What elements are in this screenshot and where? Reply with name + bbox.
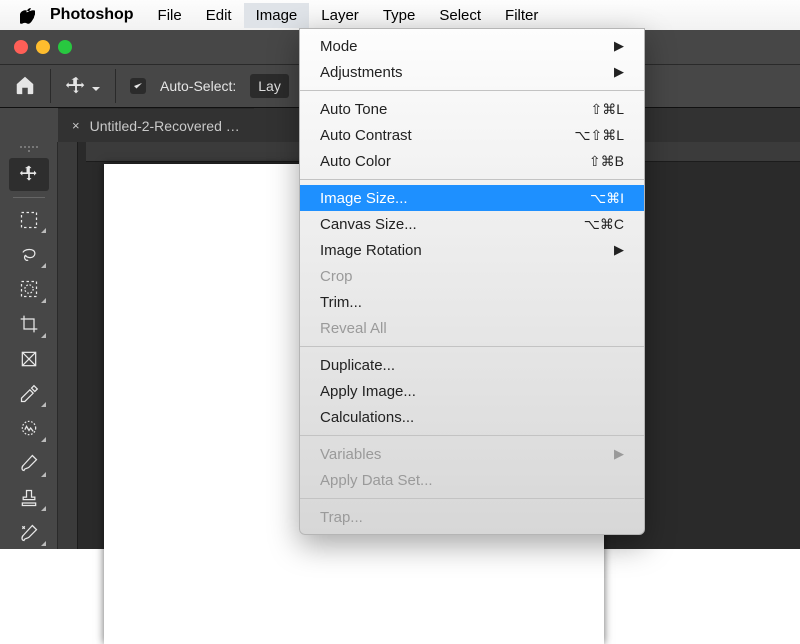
menu-item-auto-contrast[interactable]: Auto Contrast ⌥⇧⌘L: [300, 122, 644, 148]
menu-image[interactable]: Image: [244, 3, 310, 28]
menu-item-label: Auto Contrast: [320, 127, 412, 144]
submenu-arrow-icon: ▶: [614, 64, 624, 80]
menu-separator: [300, 90, 644, 91]
move-tool[interactable]: [9, 158, 49, 191]
home-button[interactable]: [14, 74, 36, 99]
menu-separator: [300, 179, 644, 180]
ruler-vertical[interactable]: [58, 142, 78, 549]
menu-item-trim[interactable]: Trim...: [300, 289, 644, 315]
menu-separator: [300, 346, 644, 347]
menu-item-crop: Crop: [300, 263, 644, 289]
menu-item-reveal-all: Reveal All: [300, 315, 644, 341]
menu-item-label: Apply Data Set...: [320, 472, 433, 489]
menu-item-label: Auto Tone: [320, 101, 387, 118]
menu-item-label: Crop: [320, 268, 353, 285]
menu-item-apply-image[interactable]: Apply Image...: [300, 378, 644, 404]
menu-item-label: Image Size...: [320, 190, 408, 207]
menu-separator: [300, 435, 644, 436]
menu-type[interactable]: Type: [371, 3, 428, 28]
menu-item-image-size[interactable]: Image Size... ⌥⌘I: [300, 185, 644, 211]
minimize-window-button[interactable]: [36, 40, 50, 54]
menu-item-shortcut: ⌥⌘I: [590, 190, 624, 207]
document-tab[interactable]: × Untitled-2-Recovered …: [58, 108, 254, 142]
stamp-tool[interactable]: [9, 482, 49, 515]
crop-tool[interactable]: [9, 308, 49, 341]
menu-item-label: Variables: [320, 446, 381, 463]
menu-item-apply-data-set: Apply Data Set...: [300, 467, 644, 493]
quick-select-tool[interactable]: [9, 273, 49, 306]
move-tool-icon: [65, 75, 87, 97]
document-tab-title: Untitled-2-Recovered …: [90, 118, 240, 134]
brush-tool[interactable]: [9, 447, 49, 480]
menu-item-shortcut: ⇧⌘B: [589, 153, 624, 170]
spot-heal-tool[interactable]: [9, 412, 49, 445]
chevron-down-icon: [91, 81, 101, 91]
menu-item-trap: Trap...: [300, 504, 644, 530]
marquee-tool[interactable]: [9, 204, 49, 237]
toolbar-divider: [115, 69, 116, 103]
submenu-arrow-icon: ▶: [614, 242, 624, 258]
menu-separator: [300, 498, 644, 499]
auto-select-label: Auto-Select:: [160, 78, 236, 94]
auto-select-checkbox[interactable]: [130, 78, 146, 94]
menu-item-label: Image Rotation: [320, 242, 422, 259]
history-brush-tool[interactable]: [9, 516, 49, 549]
menu-item-shortcut: ⌥⌘C: [584, 216, 624, 233]
grip-icon[interactable]: [20, 146, 38, 152]
frame-tool[interactable]: [9, 343, 49, 376]
submenu-arrow-icon: ▶: [614, 38, 624, 54]
menu-item-calculations[interactable]: Calculations...: [300, 404, 644, 430]
tools-separator: [13, 197, 45, 198]
spacer: [0, 108, 58, 142]
menu-item-label: Auto Color: [320, 153, 391, 170]
menu-item-label: Trap...: [320, 509, 363, 526]
menu-file[interactable]: File: [146, 3, 194, 28]
menu-item-label: Canvas Size...: [320, 216, 417, 233]
apple-menu-icon[interactable]: [16, 7, 38, 24]
menu-item-duplicate[interactable]: Duplicate...: [300, 352, 644, 378]
menu-item-label: Mode: [320, 38, 358, 55]
menu-select[interactable]: Select: [427, 3, 493, 28]
submenu-arrow-icon: ▶: [614, 446, 624, 462]
tools-panel: [0, 142, 58, 549]
auto-select-target-dropdown[interactable]: Lay: [250, 74, 289, 98]
app-name[interactable]: Photoshop: [38, 6, 146, 24]
lasso-tool[interactable]: [9, 238, 49, 271]
menu-item-canvas-size[interactable]: Canvas Size... ⌥⌘C: [300, 211, 644, 237]
menu-item-label: Trim...: [320, 294, 362, 311]
menu-item-auto-tone[interactable]: Auto Tone ⇧⌘L: [300, 96, 644, 122]
menu-filter[interactable]: Filter: [493, 3, 550, 28]
menu-item-adjustments[interactable]: Adjustments ▶: [300, 59, 644, 85]
menu-item-auto-color[interactable]: Auto Color ⇧⌘B: [300, 148, 644, 174]
menu-item-label: Duplicate...: [320, 357, 395, 374]
menu-layer[interactable]: Layer: [309, 3, 371, 28]
menu-item-label: Adjustments: [320, 64, 403, 81]
menu-item-shortcut: ⇧⌘L: [590, 101, 624, 118]
toolbar-divider: [50, 69, 51, 103]
eyedropper-tool[interactable]: [9, 377, 49, 410]
menu-item-mode[interactable]: Mode ▶: [300, 33, 644, 59]
menu-edit[interactable]: Edit: [194, 3, 244, 28]
macos-menu-bar: Photoshop File Edit Image Layer Type Sel…: [0, 0, 800, 30]
menu-item-label: Apply Image...: [320, 383, 416, 400]
menu-item-image-rotation[interactable]: Image Rotation ▶: [300, 237, 644, 263]
menu-item-label: Reveal All: [320, 320, 387, 337]
zoom-window-button[interactable]: [58, 40, 72, 54]
tool-preset-picker[interactable]: [65, 75, 101, 97]
image-menu-dropdown: Mode ▶ Adjustments ▶ Auto Tone ⇧⌘L Auto Contra…: [299, 28, 645, 535]
menu-item-shortcut: ⌥⇧⌘L: [574, 127, 624, 144]
menu-item-label: Calculations...: [320, 409, 414, 426]
close-window-button[interactable]: [14, 40, 28, 54]
close-tab-icon[interactable]: ×: [72, 118, 80, 133]
menu-item-variables: Variables ▶: [300, 441, 644, 467]
